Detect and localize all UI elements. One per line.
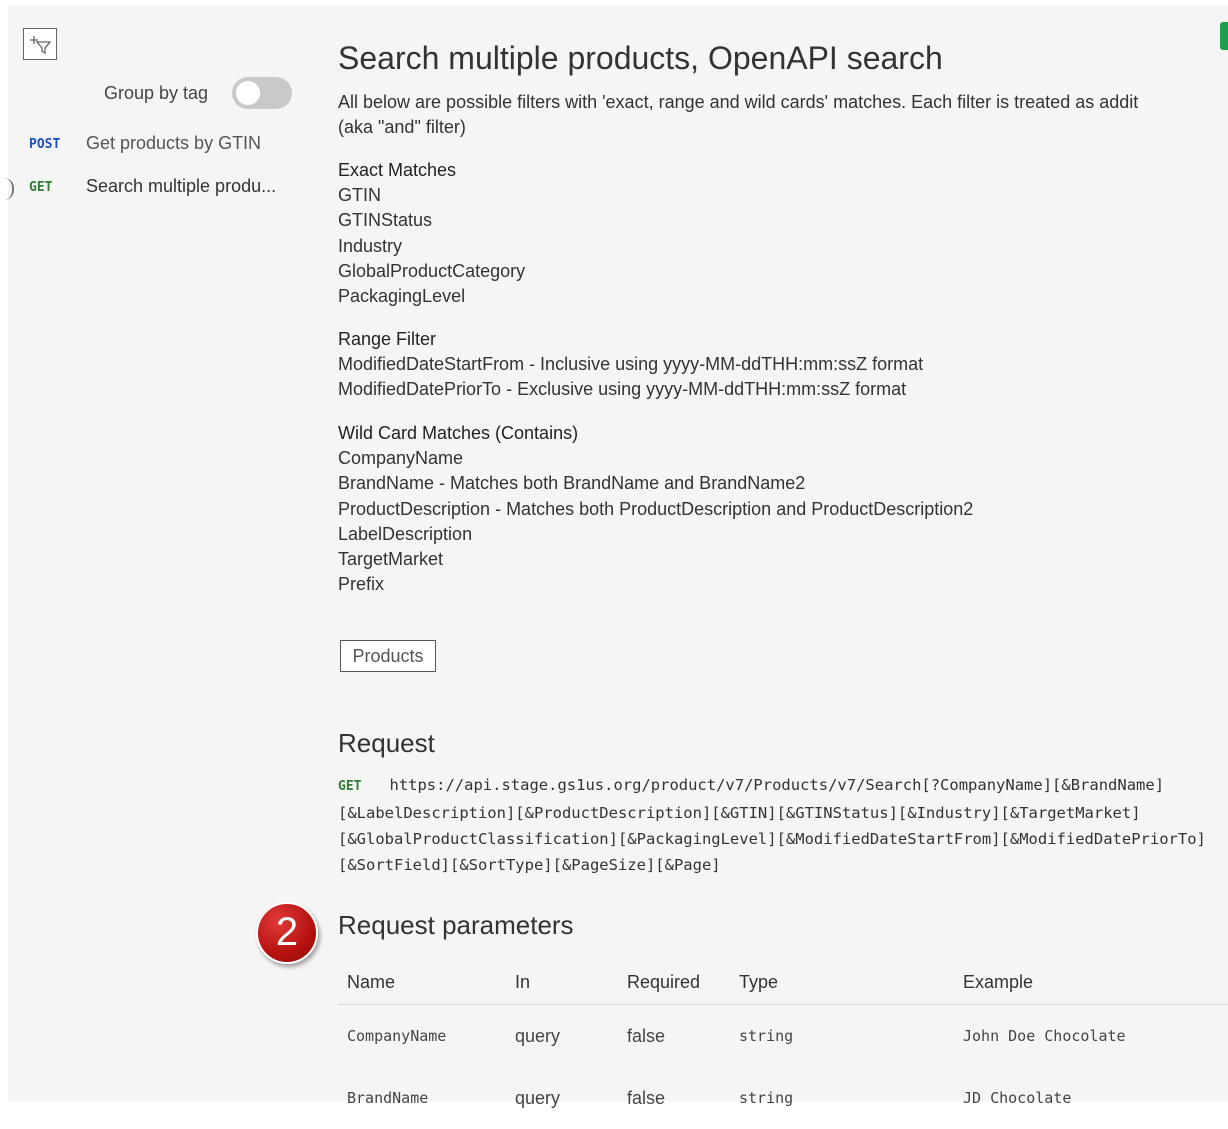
exact-matches-section: Exact Matches GTIN GTINStatus Industry G… — [338, 158, 525, 309]
param-example: JD Chocolate — [963, 1089, 1072, 1107]
param-example: John Doe Chocolate — [963, 1027, 1126, 1045]
description-line: All below are possible filters with 'exa… — [338, 92, 1139, 112]
filter-item: ModifiedDateStartFrom - Inclusive using … — [338, 354, 924, 375]
url-line: GET https://api.stage.gs1us.org/product/v… — [338, 772, 1228, 800]
filter-item: ModifiedDatePriorTo - Exclusive using yy… — [338, 379, 907, 400]
param-in: query — [515, 1087, 561, 1108]
group-by-tag-label: Group by tag — [104, 83, 209, 103]
table-row: BrandName query false string JD Chocolat… — [338, 1067, 1228, 1129]
filter-item: LabelDescription — [338, 523, 473, 544]
table-header-row: Name In Required Type Example — [338, 960, 1228, 1005]
group-by-tag-toggle[interactable] — [232, 77, 292, 109]
filter-item: PackagingLevel — [338, 286, 466, 307]
operation-description: All below are possible filters with 'exa… — [338, 90, 1228, 140]
param-required: false — [627, 1025, 666, 1046]
param-required: false — [627, 1087, 666, 1108]
section-heading: Exact Matches — [338, 160, 457, 180]
column-header-name: Name — [338, 960, 506, 1005]
nav-item-label: Get products by GTIN — [86, 133, 262, 153]
tag-products[interactable]: Products — [340, 640, 436, 672]
request-url: GET https://api.stage.gs1us.org/product/v… — [338, 772, 1228, 878]
description-line: (aka "and" filter) — [338, 117, 466, 137]
column-header-type: Type — [730, 960, 954, 1005]
url-text: https://api.stage.gs1us.org/product/v7/P… — [389, 776, 1165, 794]
range-filter-section: Range Filter ModifiedDateStartFrom - Inc… — [338, 327, 923, 403]
filter-button[interactable] — [23, 28, 57, 60]
column-header-in: In — [506, 960, 618, 1005]
filter-item: BrandName - Matches both BrandName and B… — [338, 473, 806, 494]
filter-item: GTINStatus — [338, 210, 433, 231]
filter-item: Industry — [338, 235, 403, 256]
table-row: CompanyName query false string John Doe … — [338, 1005, 1228, 1068]
operation-title: Search multiple products, OpenAPI search — [338, 40, 943, 76]
filter-item: ProductDescription - Matches both Produc… — [338, 498, 974, 519]
toggle-knob — [236, 81, 260, 105]
method-badge-get: GET — [29, 180, 53, 195]
request-parameters-heading: Request parameters — [338, 910, 574, 940]
step-number-badge: 2 — [256, 902, 318, 964]
filter-item: Prefix — [338, 574, 385, 595]
param-in: query — [515, 1025, 561, 1046]
filter-item: CompanyName — [338, 448, 464, 469]
filter-item: TargetMarket — [338, 549, 444, 570]
param-name: BrandName — [347, 1089, 429, 1107]
nav-item-label: Search multiple produ... — [86, 176, 277, 196]
param-type: string — [739, 1027, 794, 1045]
url-line: [&LabelDescription][&ProductDescription]… — [338, 804, 1141, 822]
nav-item-get-products-by-gtin[interactable]: POST Get products by GTIN — [0, 130, 300, 160]
section-heading: Wild Card Matches (Contains) — [338, 423, 579, 443]
column-header-required: Required — [618, 960, 730, 1005]
url-line: [&GlobalProductClassification][&Packagin… — [338, 830, 1206, 848]
method-badge-get: GET — [338, 779, 362, 794]
edge-tag — [1220, 22, 1228, 50]
param-name: CompanyName — [347, 1027, 447, 1045]
wildcard-matches-section: Wild Card Matches (Contains) CompanyName… — [338, 421, 973, 597]
filter-item: GTIN — [338, 185, 381, 206]
nav-item-search-multiple-products[interactable]: GET Search multiple produ... — [0, 173, 300, 203]
request-heading: Request — [338, 728, 435, 758]
filter-add-icon — [30, 36, 52, 55]
url-line: [&SortField][&SortType][&PageSize][&Page… — [338, 856, 721, 874]
method-badge-post: POST — [29, 137, 61, 152]
filter-item: GlobalProductCategory — [338, 260, 526, 281]
request-parameters-table: Name In Required Type Example CompanyNam… — [338, 960, 1228, 1129]
section-heading: Range Filter — [338, 329, 437, 349]
param-type: string — [739, 1089, 794, 1107]
column-header-example: Example — [954, 960, 1228, 1005]
